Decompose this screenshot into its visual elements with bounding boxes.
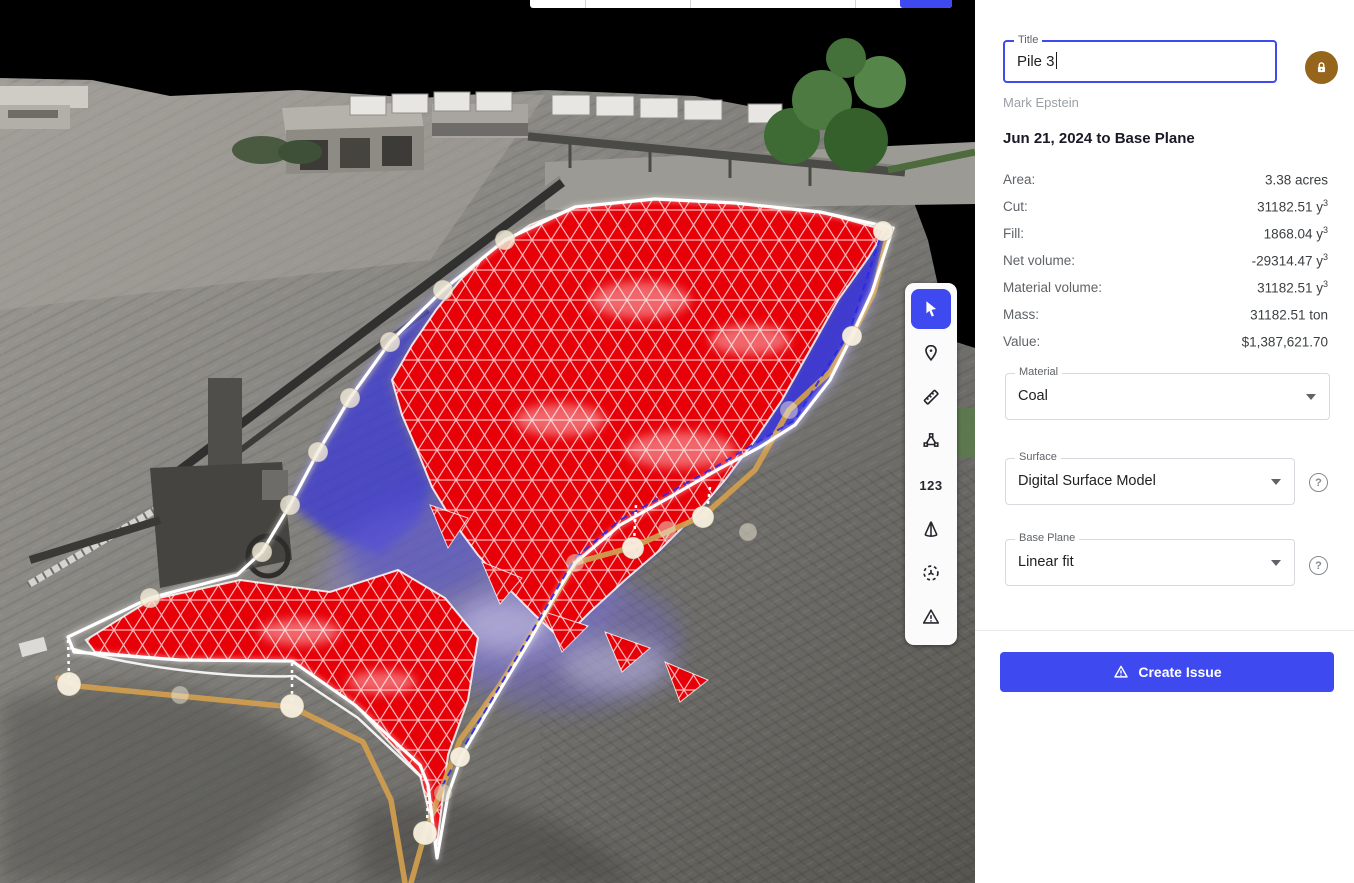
stat-row-value: Value:$1,387,621.70 — [1003, 328, 1328, 355]
vertex-handle — [739, 523, 757, 541]
base-plane-select-value: Linear fit — [1018, 540, 1074, 585]
ruler-icon — [920, 386, 942, 408]
vertex-handle — [622, 537, 644, 559]
tool-select[interactable] — [911, 289, 951, 329]
tool-issue[interactable] — [911, 597, 951, 637]
vertex-handle — [692, 506, 714, 528]
vertex-handle — [380, 332, 400, 352]
vertex-handle — [413, 821, 437, 845]
vertex-handle — [340, 388, 360, 408]
cursor-arrow-icon — [920, 298, 942, 320]
vertex-handle — [280, 495, 300, 515]
polygon-area-icon — [920, 430, 942, 452]
vertex-handle — [450, 747, 470, 767]
vertex-handle — [308, 442, 328, 462]
location-pin-icon — [920, 342, 942, 364]
text-caret — [1056, 52, 1057, 69]
comparison-heading: Jun 21, 2024 to Base Plane — [1003, 130, 1195, 147]
warning-triangle-icon — [920, 606, 942, 628]
stats-table: Area:3.38 acres Cut:31182.51 y3 Fill:186… — [1003, 166, 1328, 355]
surface-select-value: Digital Surface Model — [1018, 459, 1156, 504]
map-viewport[interactable]: 123 — [0, 0, 975, 883]
vertex-handle — [140, 588, 160, 608]
stat-row-cut: Cut:31182.51 y3 — [1003, 193, 1328, 220]
surface-help-icon[interactable]: ? — [1309, 473, 1328, 492]
tool-volume[interactable] — [911, 509, 951, 549]
vertex-handle — [842, 326, 862, 346]
stat-row-material-volume: Material volume:31182.51 y3 — [1003, 274, 1328, 301]
material-select[interactable]: Material Coal — [1005, 373, 1330, 420]
top-bar-partial — [530, 0, 952, 8]
chevron-down-icon — [1306, 394, 1316, 400]
top-bar-active-button[interactable] — [900, 0, 952, 8]
base-plane-select[interactable]: Base Plane Linear fit — [1005, 539, 1295, 586]
lock-icon — [1313, 59, 1330, 76]
warning-triangle-icon — [1112, 663, 1130, 681]
vertex-handle — [780, 401, 798, 419]
vertex-handle — [873, 221, 893, 241]
chevron-down-icon — [1271, 479, 1281, 485]
vertex-handle — [566, 554, 584, 572]
vertex-handle — [433, 280, 453, 300]
tool-count[interactable]: 123 — [911, 465, 951, 505]
base-plane-help-icon[interactable]: ? — [1309, 556, 1328, 575]
volume-measurement-app: 123 Title Pile 3 — [0, 0, 1354, 883]
surface-select[interactable]: Surface Digital Surface Model — [1005, 458, 1295, 505]
photogrammetry-scene — [0, 0, 975, 883]
tool-palette: 123 — [905, 283, 957, 645]
vertex-handle — [658, 521, 676, 539]
vertex-handle — [280, 694, 304, 718]
stat-row-area: Area:3.38 acres — [1003, 166, 1328, 193]
vertex-handle — [434, 784, 452, 802]
owner-name: Mark Epstein — [1003, 95, 1079, 110]
title-field-value: Pile 3 — [1017, 42, 1057, 82]
vertex-handle — [171, 686, 189, 704]
create-issue-button[interactable]: Create Issue — [1000, 652, 1334, 692]
tool-measure-distance[interactable] — [911, 377, 951, 417]
details-panel: Title Pile 3 Mark Epstein Jun 21, 2024 t… — [975, 0, 1354, 883]
stat-row-net-volume: Net volume:-29314.47 y3 — [1003, 247, 1328, 274]
vertex-handle — [57, 672, 81, 696]
title-field[interactable]: Title Pile 3 — [1003, 40, 1277, 83]
count-tool-icon: 123 — [919, 478, 942, 493]
orbit-3d-icon — [920, 562, 942, 584]
stat-row-fill: Fill:1868.04 y3 — [1003, 220, 1328, 247]
volume-cone-icon — [920, 518, 942, 540]
material-select-value: Coal — [1018, 374, 1048, 419]
stat-row-mass: Mass:31182.51 ton — [1003, 301, 1328, 328]
chevron-down-icon — [1271, 560, 1281, 566]
tool-location-marker[interactable] — [911, 333, 951, 373]
create-issue-label: Create Issue — [1138, 664, 1221, 680]
vertex-handle — [252, 542, 272, 562]
tool-3d-orbit[interactable] — [911, 553, 951, 593]
panel-divider — [975, 630, 1354, 631]
tool-measure-area[interactable] — [911, 421, 951, 461]
lock-button[interactable] — [1305, 51, 1338, 84]
vertex-handle — [495, 230, 515, 250]
